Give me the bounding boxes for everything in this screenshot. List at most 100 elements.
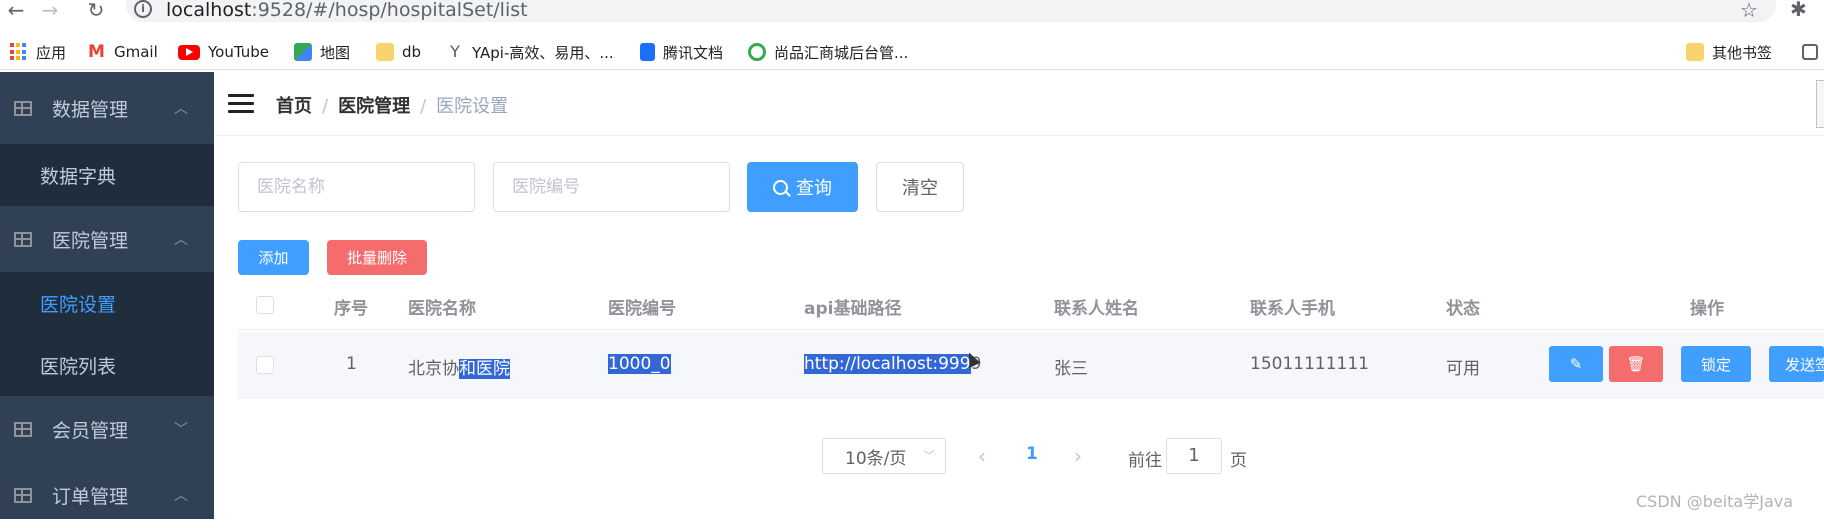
star-icon[interactable]: ☆ xyxy=(1740,0,1758,22)
breadcrumb-current: 医院设置 xyxy=(436,96,509,117)
row-index: 1 xyxy=(346,354,357,374)
breadcrumb-home[interactable]: 首页 xyxy=(276,96,312,117)
bookmark-label: YApi-高效、易用、... xyxy=(472,43,614,62)
search-icon xyxy=(773,179,788,195)
goto-label: 前往 xyxy=(1128,451,1162,471)
row-status: 可用 xyxy=(1446,359,1480,379)
youtube-icon xyxy=(178,44,200,60)
site-icon xyxy=(748,43,766,61)
next-page-icon[interactable]: › xyxy=(1074,444,1082,468)
yapi-icon: Y xyxy=(450,42,460,61)
column-header: 状态 xyxy=(1446,299,1480,319)
row-hoscode: 1000_0 xyxy=(608,354,671,374)
prev-page-icon[interactable]: ‹ xyxy=(978,444,986,468)
bookmark-label: 腾讯文档 xyxy=(663,43,724,62)
row-checkbox[interactable] xyxy=(256,356,274,374)
row-api-url: http://localhost:9999 xyxy=(804,354,982,374)
reading-list-icon[interactable] xyxy=(1802,41,1824,63)
url-text[interactable]: localhost:9528/#/hosp/hospitalSet/list xyxy=(166,0,528,21)
page-size-select[interactable]: 10条/页 ﹀ xyxy=(822,438,946,474)
bookmark-label: YouTube xyxy=(208,43,269,61)
clear-button[interactable]: 清空 xyxy=(876,162,964,212)
bookmark-label: 尚品汇商城后台管... xyxy=(774,43,909,62)
column-header: 联系人手机 xyxy=(1250,299,1335,319)
trash-icon: 🗑 xyxy=(1626,355,1646,373)
hamburger-icon[interactable] xyxy=(228,94,254,114)
edit-icon: ✎ xyxy=(1569,355,1583,373)
sidebar-group-data[interactable]: 数据管理 ︿ xyxy=(0,72,214,144)
delete-button[interactable]: 🗑 xyxy=(1609,346,1663,382)
watermark: CSDN @beita学Java xyxy=(1636,492,1794,511)
hosname-input[interactable]: 医院名称 xyxy=(238,162,475,212)
bookmark-tencent-docs[interactable]: 腾讯文档 xyxy=(640,41,723,63)
sidebar-group-hospital[interactable]: 医院管理 ︿ xyxy=(0,206,214,272)
goto-page-input[interactable]: 1 xyxy=(1166,438,1222,474)
table-header: 序号 医院名称 医院编号 api基础路径 联系人姓名 联系人手机 状态 操作 xyxy=(238,280,1824,330)
batch-delete-button[interactable]: 批量删除 xyxy=(327,240,427,275)
bookmark-label: Gmail xyxy=(114,43,158,61)
row-phone: 15011111111 xyxy=(1250,354,1369,374)
select-all-checkbox[interactable] xyxy=(256,296,274,314)
hoscode-input[interactable]: 医院编号 xyxy=(493,162,730,212)
chevron-up-icon: ︿ xyxy=(174,488,188,504)
bookmark-label: 其他书签 xyxy=(1712,43,1773,62)
chevron-down-icon: ﹀ xyxy=(922,449,935,463)
sidebar-group-label: 会员管理 xyxy=(52,419,129,442)
send-sign-button[interactable]: 发送签 xyxy=(1769,346,1824,382)
table-row[interactable]: 1 北京协和医院 1000_0 http://localhost:9999 张三… xyxy=(238,332,1824,398)
sidebar-group-member[interactable]: 会员管理 ﹀ xyxy=(0,396,214,462)
sidebar-group-order[interactable]: 订单管理 ︿ xyxy=(0,462,214,528)
bookmark-youtube[interactable]: YouTube xyxy=(178,41,269,63)
sidebar-item-hospital-set[interactable]: 医院设置 xyxy=(0,272,214,334)
bookmark-yapi[interactable]: Y YApi-高效、易用、... xyxy=(446,41,614,63)
table-icon xyxy=(14,421,32,437)
bookmark-other[interactable]: 其他书签 xyxy=(1686,41,1772,63)
query-button[interactable]: 查询 xyxy=(747,162,858,212)
bookmark-label: 地图 xyxy=(320,43,351,62)
folder-icon xyxy=(376,43,394,61)
edit-button[interactable]: ✎ xyxy=(1549,346,1603,382)
bookmark-gmail[interactable]: M Gmail xyxy=(88,41,158,63)
bookmark-shangpinhui[interactable]: 尚品汇商城后台管... xyxy=(748,41,908,63)
chevron-down-icon: ﹀ xyxy=(174,422,188,438)
chevron-up-icon: ︿ xyxy=(174,232,188,248)
folder-icon xyxy=(1686,43,1704,61)
doc-icon xyxy=(640,43,655,61)
table-icon xyxy=(14,487,32,503)
bookmark-label: 应用 xyxy=(36,43,67,62)
bookmark-apps[interactable]: 应用 xyxy=(10,41,66,63)
info-icon[interactable]: i xyxy=(134,0,152,18)
lock-button[interactable]: 锁定 xyxy=(1681,346,1751,382)
reload-icon[interactable]: ↻ xyxy=(84,0,108,22)
avatar[interactable] xyxy=(1816,80,1824,128)
browser-toolbar: ← → ↻ i localhost:9528/#/hosp/hospitalSe… xyxy=(0,0,1824,24)
sidebar: 数据管理 ︿ 数据字典 医院管理 ︿ 医院设置 医院列表 会员管理 ﹀ 订单管理… xyxy=(0,72,214,519)
column-header: 序号 xyxy=(334,299,368,319)
current-page[interactable]: 1 xyxy=(1026,444,1038,464)
navbar: 首页 / 医院管理 / 医院设置 xyxy=(214,72,1824,136)
bookmark-label: db xyxy=(402,43,422,61)
maps-icon xyxy=(294,43,312,61)
breadcrumb-hospital[interactable]: 医院管理 xyxy=(338,96,410,117)
sidebar-item-hospital-list[interactable]: 医院列表 xyxy=(0,334,214,396)
extensions-icon[interactable]: ✱ xyxy=(1790,0,1807,21)
query-label: 查询 xyxy=(796,178,832,199)
column-header: 医院名称 xyxy=(408,299,476,319)
forward-icon[interactable]: → xyxy=(38,0,62,22)
page-size-label: 10条/页 xyxy=(845,448,907,469)
apps-icon xyxy=(10,43,28,61)
bookmark-maps[interactable]: 地图 xyxy=(294,41,350,63)
table-icon xyxy=(14,231,32,247)
sidebar-item-dict[interactable]: 数据字典 xyxy=(0,144,214,206)
table-icon xyxy=(14,100,32,116)
sidebar-group-label: 订单管理 xyxy=(52,485,129,508)
goto-suffix: 页 xyxy=(1230,451,1247,471)
column-header: 医院编号 xyxy=(608,299,676,319)
bookmark-db[interactable]: db xyxy=(376,41,421,63)
row-contact: 张三 xyxy=(1054,359,1088,379)
row-hosname: 北京协和医院 xyxy=(408,359,510,379)
add-button[interactable]: 添加 xyxy=(238,240,309,275)
back-icon[interactable]: ← xyxy=(4,0,28,22)
sidebar-group-label: 数据管理 xyxy=(52,98,129,121)
breadcrumb: 首页 / 医院管理 / 医院设置 xyxy=(276,96,509,117)
